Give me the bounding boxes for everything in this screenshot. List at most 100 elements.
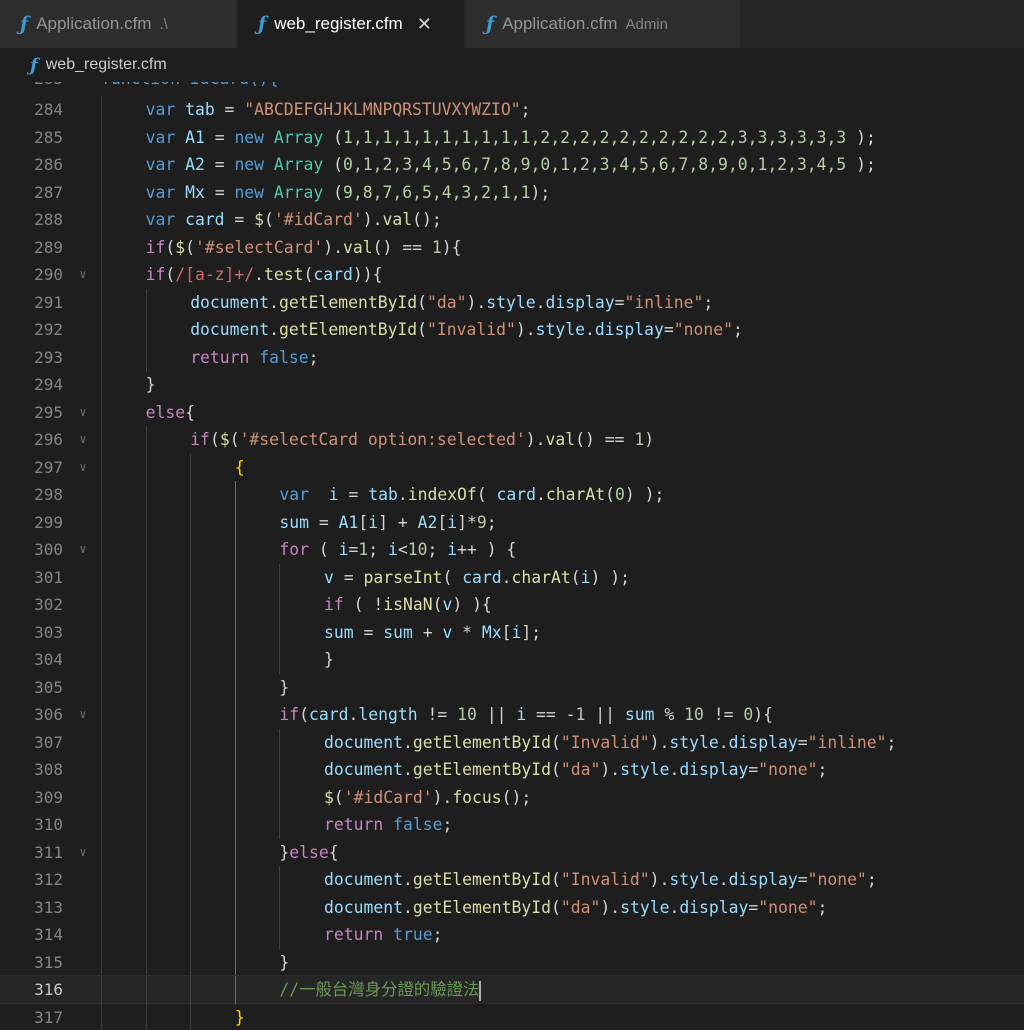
code-line: 304} bbox=[0, 646, 1024, 674]
indent-guide bbox=[101, 618, 102, 647]
indent-guide bbox=[101, 948, 102, 977]
code-line: 288 var card = $('#idCard').val(); bbox=[0, 206, 1024, 234]
indent-guide bbox=[190, 508, 192, 537]
line-number: 288 bbox=[34, 210, 63, 229]
line-number: 303 bbox=[34, 622, 63, 642]
line-number: 291 bbox=[34, 292, 63, 312]
fold-chevron-icon[interactable]: ∨ bbox=[76, 454, 90, 481]
code-text: document.getElementById("Invalid").style… bbox=[324, 732, 897, 752]
tab-web-register-cfm[interactable]: ƒ web_register.cfm ✕ bbox=[238, 0, 464, 48]
indent-guide bbox=[145, 976, 147, 1004]
fold-chevron-icon[interactable]: ∨ bbox=[76, 536, 90, 563]
line-number: 305 bbox=[34, 677, 63, 697]
code-line: 283 function IdCard(){ bbox=[0, 82, 1024, 92]
line-number: 289 bbox=[34, 237, 63, 257]
indent-guide bbox=[145, 343, 147, 372]
indent-guide bbox=[234, 893, 236, 922]
code-editor[interactable]: 283 function IdCard(){ 284 var tab = "ABC… bbox=[0, 82, 1024, 1030]
code-text: } bbox=[324, 650, 334, 669]
text-cursor bbox=[479, 980, 482, 1001]
line-number: 300 bbox=[34, 540, 63, 559]
breadcrumb-file[interactable]: web_register.cfm bbox=[46, 56, 167, 74]
indent-guide bbox=[190, 536, 192, 564]
indent-guide bbox=[279, 893, 281, 922]
indent-guide bbox=[190, 948, 192, 977]
code-line: 294} bbox=[0, 371, 1024, 399]
code-line: 295 ∨ else{ bbox=[0, 398, 1024, 427]
tab-description: .\ bbox=[159, 15, 168, 33]
code-text: function IdCard(){ bbox=[101, 82, 279, 92]
indent-guide bbox=[145, 453, 147, 482]
indent-guide bbox=[190, 563, 192, 592]
indent-guide bbox=[190, 618, 192, 647]
code-text: $('#idCard').focus(); bbox=[324, 787, 532, 807]
indent-guide bbox=[190, 783, 192, 812]
indent-guide bbox=[145, 563, 147, 592]
coldfusion-file-icon: ƒ bbox=[30, 54, 38, 76]
tab-label: Application.cfm bbox=[36, 14, 152, 33]
indent-guide bbox=[234, 481, 236, 509]
code-line: 290 ∨ if(/[a-z]+/.test(card)){ bbox=[0, 261, 1024, 289]
indent-guide bbox=[234, 921, 236, 949]
code-line: 316 //一般台灣身分證的驗證法 bbox=[0, 975, 1024, 1004]
indent-guide bbox=[145, 646, 147, 674]
line-number: 301 bbox=[34, 567, 63, 587]
code-text: document.getElementById("da").style.disp… bbox=[190, 292, 714, 312]
indent-guide bbox=[234, 811, 236, 839]
tab-application-cfm-admin[interactable]: ƒ Application.cfm Admin bbox=[466, 0, 740, 48]
code-text: } bbox=[145, 375, 156, 394]
indent-guide bbox=[101, 261, 102, 289]
indent-guide bbox=[145, 481, 147, 509]
indent-guide bbox=[101, 316, 102, 344]
indent-guide bbox=[101, 838, 102, 867]
indent-guide bbox=[101, 426, 102, 454]
code-text: document.getElementById("da").style.disp… bbox=[324, 760, 828, 779]
indent-guide bbox=[145, 866, 147, 894]
fold-chevron-icon[interactable]: ∨ bbox=[76, 399, 90, 426]
fold-chevron-icon[interactable]: ∨ bbox=[76, 426, 90, 453]
line-number: 285 bbox=[34, 127, 63, 147]
code-line: 305} bbox=[0, 673, 1024, 702]
indent-guide bbox=[101, 178, 102, 207]
fold-chevron-icon[interactable]: ∨ bbox=[76, 261, 90, 288]
line-number: 315 bbox=[34, 952, 63, 972]
code-text: document.getElementById("Invalid").style… bbox=[324, 870, 877, 889]
indent-guide bbox=[190, 591, 192, 619]
breadcrumb[interactable]: ƒ web_register.cfm bbox=[0, 48, 1024, 82]
code-text: } bbox=[279, 677, 290, 697]
line-number: 317 bbox=[34, 1007, 63, 1027]
indent-guide bbox=[145, 508, 147, 537]
code-line: 301 v = parseInt( card.charAt(i) ); bbox=[0, 563, 1024, 592]
indent-guide bbox=[279, 563, 281, 592]
line-number: 290 bbox=[34, 265, 63, 284]
line-number: 286 bbox=[34, 155, 63, 174]
indent-guide bbox=[101, 976, 102, 1004]
code-text: sum = A1[i] + A2[i]*9; bbox=[279, 512, 497, 532]
indent-guide bbox=[101, 866, 102, 894]
close-icon[interactable]: ✕ bbox=[417, 14, 432, 35]
code-text: var tab = "ABCDEFGHJKLMNPQRSTUVXYWZIO"; bbox=[145, 100, 531, 119]
coldfusion-file-icon: ƒ bbox=[486, 13, 495, 35]
fold-chevron-icon[interactable]: ∨ bbox=[76, 839, 90, 866]
indent-guide bbox=[234, 563, 236, 592]
indent-guide bbox=[101, 783, 102, 812]
indent-guide bbox=[101, 728, 102, 757]
code-text: return true; bbox=[324, 925, 443, 944]
indent-guide bbox=[145, 701, 147, 729]
code-line: 298 var i = tab.indexOf( card.charAt(0) )… bbox=[0, 481, 1024, 509]
tab-label: web_register.cfm bbox=[274, 14, 403, 33]
indent-guide bbox=[234, 976, 236, 1004]
code-text: else{ bbox=[145, 402, 195, 422]
code-line: 309 $('#idCard').focus(); bbox=[0, 783, 1024, 812]
fold-chevron-icon[interactable]: ∨ bbox=[76, 701, 90, 728]
indent-guide bbox=[234, 646, 236, 674]
tab-application-cfm-root[interactable]: ƒ Application.cfm .\ bbox=[0, 0, 236, 48]
indent-guide bbox=[234, 673, 236, 702]
indent-guide bbox=[145, 1003, 147, 1030]
line-number: 296 bbox=[34, 430, 63, 449]
code-line: 296 ∨ if($('#selectCard option:selected').… bbox=[0, 426, 1024, 454]
indent-guide bbox=[190, 921, 192, 949]
code-line: 302 if ( !isNaN(v) ){ bbox=[0, 591, 1024, 619]
indent-guide bbox=[101, 921, 102, 949]
indent-guide bbox=[101, 563, 102, 592]
